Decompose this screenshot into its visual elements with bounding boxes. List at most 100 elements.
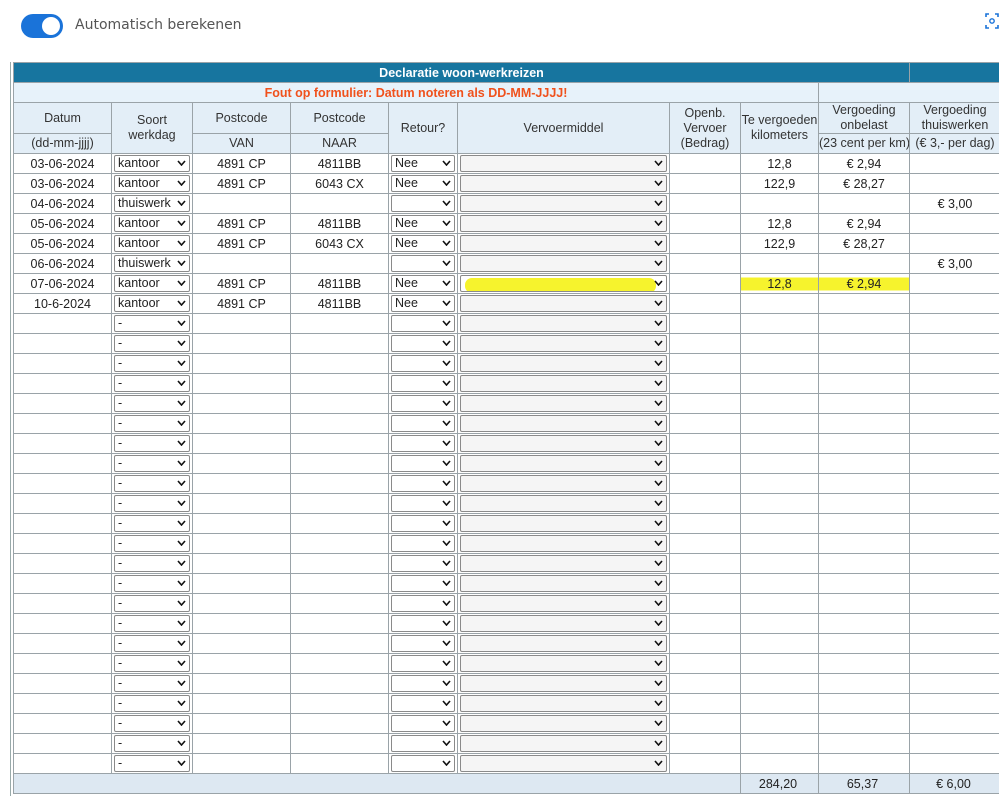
retour-select[interactable] [391,375,455,392]
datum-cell[interactable]: 06-06-2024 [13,253,112,274]
retour-select[interactable] [391,715,455,732]
vervoermiddel-select[interactable] [460,475,667,492]
openbaar-vervoer-cell[interactable] [669,373,741,394]
openbaar-vervoer-cell[interactable] [669,413,741,434]
soort-werkdag-select[interactable]: kantoor [114,175,190,192]
postcode-van-cell[interactable] [192,673,291,694]
postcode-van-cell[interactable] [192,713,291,734]
vervoermiddel-select[interactable] [460,615,667,632]
vervoermiddel-select[interactable] [460,655,667,672]
openbaar-vervoer-cell[interactable] [669,213,741,234]
vervoermiddel-select[interactable] [460,735,667,752]
openbaar-vervoer-cell[interactable] [669,433,741,454]
retour-select[interactable]: Nee [391,155,455,172]
postcode-van-cell[interactable]: 4891 CP [192,233,291,254]
vervoermiddel-select[interactable] [460,255,667,272]
postcode-van-cell[interactable] [192,633,291,654]
openbaar-vervoer-cell[interactable] [669,633,741,654]
vervoermiddel-select[interactable] [460,315,667,332]
postcode-naar-cell[interactable]: 6043 CX [290,173,389,194]
postcode-naar-cell[interactable] [290,253,389,274]
retour-select[interactable]: Nee [391,175,455,192]
postcode-naar-cell[interactable] [290,753,389,774]
vervoermiddel-select[interactable] [460,595,667,612]
datum-cell[interactable]: 07-06-2024 [13,273,112,294]
retour-select[interactable] [391,695,455,712]
soort-werkdag-select[interactable]: - [114,415,190,432]
retour-select[interactable] [391,595,455,612]
postcode-van-cell[interactable] [192,573,291,594]
postcode-van-cell[interactable] [192,413,291,434]
soort-werkdag-select[interactable]: thuiswerk [114,195,190,212]
vervoermiddel-select[interactable] [460,375,667,392]
openbaar-vervoer-cell[interactable] [669,393,741,414]
postcode-van-cell[interactable] [192,613,291,634]
retour-select[interactable] [391,455,455,472]
openbaar-vervoer-cell[interactable] [669,253,741,274]
retour-select[interactable] [391,555,455,572]
vervoermiddel-select[interactable] [460,755,667,772]
soort-werkdag-select[interactable]: - [114,435,190,452]
retour-select[interactable] [391,395,455,412]
retour-select[interactable] [391,335,455,352]
vervoermiddel-select[interactable] [460,415,667,432]
datum-cell[interactable] [13,473,112,494]
vervoermiddel-select[interactable] [460,455,667,472]
postcode-van-cell[interactable] [192,553,291,574]
postcode-van-cell[interactable] [192,253,291,274]
soort-werkdag-select[interactable]: - [114,635,190,652]
postcode-van-cell[interactable] [192,733,291,754]
soort-werkdag-select[interactable]: - [114,535,190,552]
postcode-van-cell[interactable] [192,753,291,774]
postcode-naar-cell[interactable] [290,493,389,514]
postcode-van-cell[interactable] [192,473,291,494]
soort-werkdag-select[interactable]: - [114,495,190,512]
openbaar-vervoer-cell[interactable] [669,173,741,194]
retour-select[interactable] [391,675,455,692]
soort-werkdag-select[interactable]: - [114,555,190,572]
soort-werkdag-select[interactable]: - [114,575,190,592]
retour-select[interactable] [391,415,455,432]
openbaar-vervoer-cell[interactable] [669,313,741,334]
datum-cell[interactable] [13,353,112,374]
vervoermiddel-select[interactable] [460,515,667,532]
postcode-van-cell[interactable] [192,493,291,514]
vervoermiddel-select[interactable] [460,575,667,592]
postcode-naar-cell[interactable] [290,193,389,214]
postcode-van-cell[interactable]: 4891 CP [192,173,291,194]
datum-cell[interactable]: 04-06-2024 [13,193,112,214]
postcode-van-cell[interactable] [192,393,291,414]
soort-werkdag-select[interactable]: - [114,395,190,412]
soort-werkdag-select[interactable]: - [114,315,190,332]
postcode-van-cell[interactable] [192,333,291,354]
postcode-van-cell[interactable] [192,693,291,714]
vervoermiddel-select[interactable] [460,275,667,292]
postcode-naar-cell[interactable] [290,553,389,574]
postcode-van-cell[interactable] [192,453,291,474]
retour-select[interactable] [391,575,455,592]
scan-icon[interactable] [985,12,999,30]
soort-werkdag-select[interactable]: kantoor [114,235,190,252]
openbaar-vervoer-cell[interactable] [669,553,741,574]
openbaar-vervoer-cell[interactable] [669,493,741,514]
datum-cell[interactable] [13,753,112,774]
soort-werkdag-select[interactable]: - [114,755,190,772]
soort-werkdag-select[interactable]: - [114,715,190,732]
auto-calculate-toggle[interactable] [21,14,63,38]
retour-select[interactable] [391,735,455,752]
postcode-naar-cell[interactable] [290,693,389,714]
postcode-van-cell[interactable]: 4891 CP [192,293,291,314]
soort-werkdag-select[interactable]: - [114,375,190,392]
retour-select[interactable] [391,615,455,632]
openbaar-vervoer-cell[interactable] [669,513,741,534]
datum-cell[interactable] [13,433,112,454]
datum-cell[interactable]: 05-06-2024 [13,213,112,234]
postcode-van-cell[interactable] [192,373,291,394]
openbaar-vervoer-cell[interactable] [669,613,741,634]
soort-werkdag-select[interactable]: kantoor [114,295,190,312]
openbaar-vervoer-cell[interactable] [669,693,741,714]
postcode-van-cell[interactable] [192,433,291,454]
retour-select[interactable]: Nee [391,235,455,252]
postcode-naar-cell[interactable] [290,613,389,634]
vervoermiddel-select[interactable] [460,715,667,732]
